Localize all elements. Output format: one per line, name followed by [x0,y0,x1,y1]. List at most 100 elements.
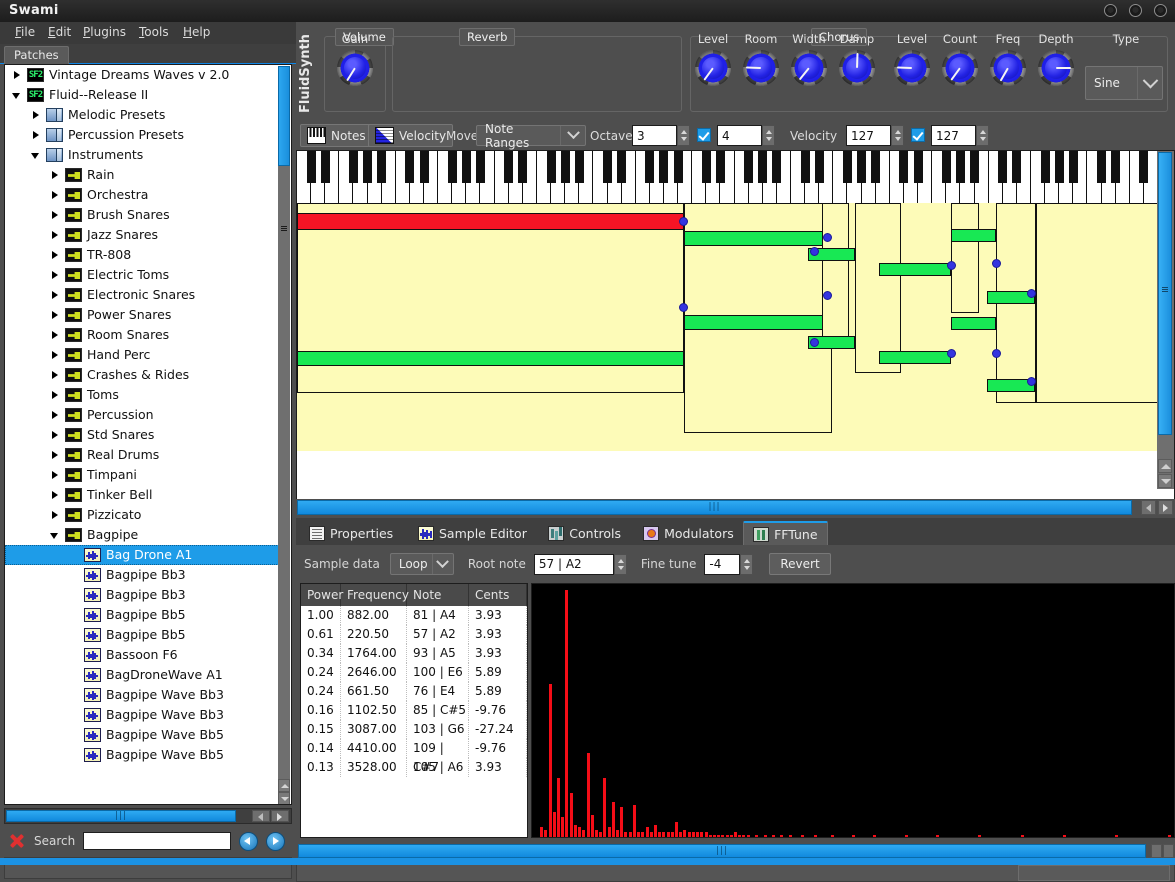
column-header-note[interactable]: Note [407,584,469,606]
expander-closed-icon[interactable] [49,289,62,302]
expander-closed-icon[interactable] [30,109,43,122]
piano-black-key[interactable] [1012,151,1022,183]
tree-item[interactable]: Bagpipe Wave Bb3 [5,705,279,725]
table-body[interactable]: 1.00 882.00 81 | A4 3.93 0.61 220.50 57 | A2 3.… [301,606,527,777]
reverb-damp-knob[interactable] [839,50,875,86]
scroll-left-button[interactable] [1141,500,1156,515]
scroll-left-button[interactable] [252,810,270,822]
piano-black-key[interactable] [617,151,627,183]
table-row[interactable]: 0.15 3087.00 103 | G6 -27.24 [301,720,527,739]
zone-range-canvas[interactable] [297,203,1158,451]
editor-vertical-scrollbar[interactable] [1157,151,1174,489]
tree-item[interactable]: Orchestra [5,185,279,205]
expander-closed-icon[interactable] [49,189,62,202]
root-note-field[interactable]: 57 | A2 [533,553,614,575]
tree-horizontal-scrollbar[interactable]: ||| [4,808,292,824]
move-mode-select[interactable]: Note Ranges [476,122,586,150]
note-range-zone[interactable] [822,203,849,343]
velocity-toggle-button[interactable]: Velocity [368,124,454,147]
tree-item[interactable]: Bagpipe Bb3 [5,585,279,605]
note-range-bar[interactable] [684,231,832,246]
range-handle-dot[interactable] [823,291,832,300]
piano-black-key[interactable] [518,151,528,183]
range-handle-dot[interactable] [992,259,1001,268]
piano-black-key[interactable] [871,151,881,183]
range-handle-dot[interactable] [810,247,819,256]
piano-black-key[interactable] [1139,151,1149,183]
search-previous-icon[interactable] [239,831,259,851]
root-note-stepper[interactable] [613,553,627,575]
piano-black-key[interactable] [659,151,669,183]
note-range-editor[interactable] [296,150,1175,505]
range-handle-dot[interactable] [1027,289,1036,298]
piano-black-key[interactable] [546,151,556,183]
note-range-bar[interactable] [684,315,832,330]
piano-black-key[interactable] [800,151,810,183]
menu-item-file[interactable]: File [12,25,38,39]
piano-black-key[interactable] [1054,151,1064,183]
tree-item[interactable]: Electric Toms [5,265,279,285]
note-range-bar[interactable] [951,317,996,330]
tree-item[interactable]: Bagpipe Bb5 [5,605,279,625]
piano-black-key[interactable] [998,151,1008,183]
piano-black-key[interactable] [941,151,951,183]
piano-black-key[interactable] [842,151,852,183]
range-handle-dot[interactable] [1027,377,1036,386]
table-row[interactable]: 0.13 3528.00 105 | A6 3.93 [301,758,527,777]
velocity-low-stepper[interactable] [891,125,904,146]
tab-modulators[interactable]: Modulators [634,521,743,545]
piano-black-key[interactable] [955,151,965,183]
expander-closed-icon[interactable] [49,369,62,382]
tab-properties[interactable]: Properties [300,521,402,545]
tree-item[interactable]: Tinker Bell [5,485,279,505]
note-range-zone[interactable] [1036,203,1158,403]
tree-item[interactable]: Crashes & Rides [5,365,279,385]
expander-open-icon[interactable] [49,529,62,542]
piano-black-key[interactable] [772,151,782,183]
piano-black-key[interactable] [715,151,725,183]
piano-black-key[interactable] [814,151,824,183]
tree-item[interactable]: Timpani [5,465,279,485]
column-header-cents[interactable]: Cents [469,584,527,606]
tree-vertical-scrollbar[interactable] [278,66,290,804]
tree-item[interactable]: Std Snares [5,425,279,445]
octave-low-field[interactable]: 3 [632,125,677,146]
table-row[interactable]: 0.16 1102.50 85 | C#5 -9.76 [301,701,527,720]
table-row[interactable]: 0.61 220.50 57 | A2 3.93 [301,625,527,644]
expander-closed-icon[interactable] [49,509,62,522]
piano-black-key[interactable] [701,151,711,183]
expander-closed-icon[interactable] [49,409,62,422]
expander-closed-icon[interactable] [49,489,62,502]
expander-closed-icon[interactable] [11,69,24,82]
expander-closed-icon[interactable] [49,329,62,342]
tree-item[interactable]: Room Snares [5,325,279,345]
piano-black-key[interactable] [504,151,514,183]
column-header-power[interactable]: Power [301,584,343,606]
tree-item[interactable]: Percussion Presets [5,125,279,145]
tree-item[interactable]: Bagpipe Bb3 [5,565,279,585]
expander-closed-icon[interactable] [49,449,62,462]
range-handle-dot[interactable] [679,217,688,226]
scroll-right-button[interactable] [1163,844,1174,858]
tree-item[interactable]: Power Snares [5,305,279,325]
editor-horizontal-scrollbar[interactable]: ||| [296,499,1175,517]
scroll-left-button[interactable] [1151,844,1162,858]
piano-black-key[interactable] [574,151,584,183]
velocity-high-stepper[interactable] [976,125,989,146]
piano-black-key[interactable] [560,151,570,183]
piano-black-key[interactable] [913,151,923,183]
velocity-high-checkbox[interactable] [911,128,925,142]
expander-closed-icon[interactable] [49,249,62,262]
tree-item[interactable]: Toms [5,385,279,405]
scroll-right-button[interactable] [271,810,289,822]
tree-item[interactable]: Instruments [5,145,279,165]
note-range-bar[interactable] [951,229,996,242]
range-handle-dot[interactable] [679,303,688,312]
tree-item[interactable]: TR-808 [5,245,279,265]
reverb-level-knob[interactable] [695,50,731,86]
piano-keyboard[interactable] [297,151,1158,204]
maximize-button[interactable] [1129,4,1142,17]
range-handle-dot[interactable] [810,338,819,347]
table-row[interactable]: 0.14 4410.00 109 | C#7 -9.76 [301,739,527,774]
harmonics-table[interactable]: Power Frequency Note Cents 1.00 882.00 81 | A… [300,583,528,838]
